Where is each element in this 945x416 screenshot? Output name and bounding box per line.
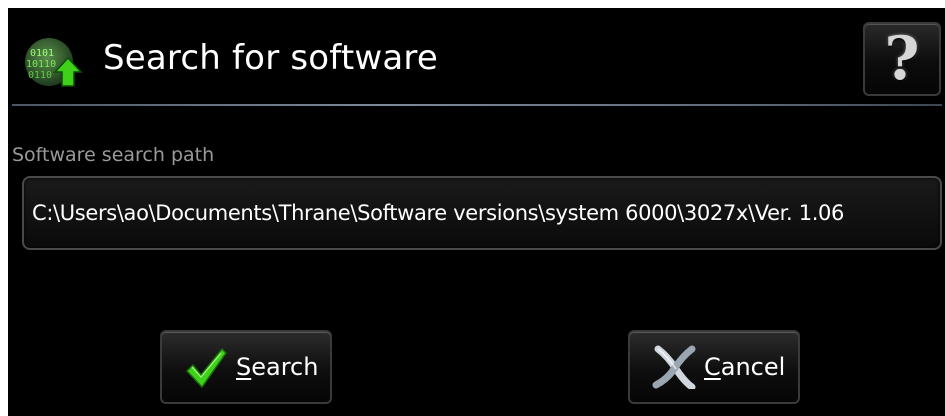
cancel-button[interactable]: Cancel [628,330,800,404]
svg-text:0101: 0101 [30,48,54,59]
question-mark-icon: ? [884,24,920,94]
header-divider [12,104,942,106]
dialog-header: 0101 10110 0110 Search for software ? [8,8,945,108]
checkmark-icon [186,348,227,388]
search-button[interactable]: Search [160,330,332,404]
search-path-input[interactable]: C:\Users\ao\Documents\Thrane\Software ve… [22,176,942,250]
cancel-button-label: Cancel [704,353,786,381]
cross-icon [652,345,696,389]
binary-globe-upload-icon: 0101 10110 0110 [25,38,83,87]
svg-text:0110: 0110 [28,70,52,81]
search-software-dialog: 0101 10110 0110 Search for software ? So… [8,8,945,416]
svg-text:10110: 10110 [26,59,56,70]
search-path-label: Software search path [12,144,215,166]
help-button[interactable]: ? [863,22,941,96]
dialog-title: Search for software [103,38,438,78]
search-button-label: Search [236,353,319,381]
